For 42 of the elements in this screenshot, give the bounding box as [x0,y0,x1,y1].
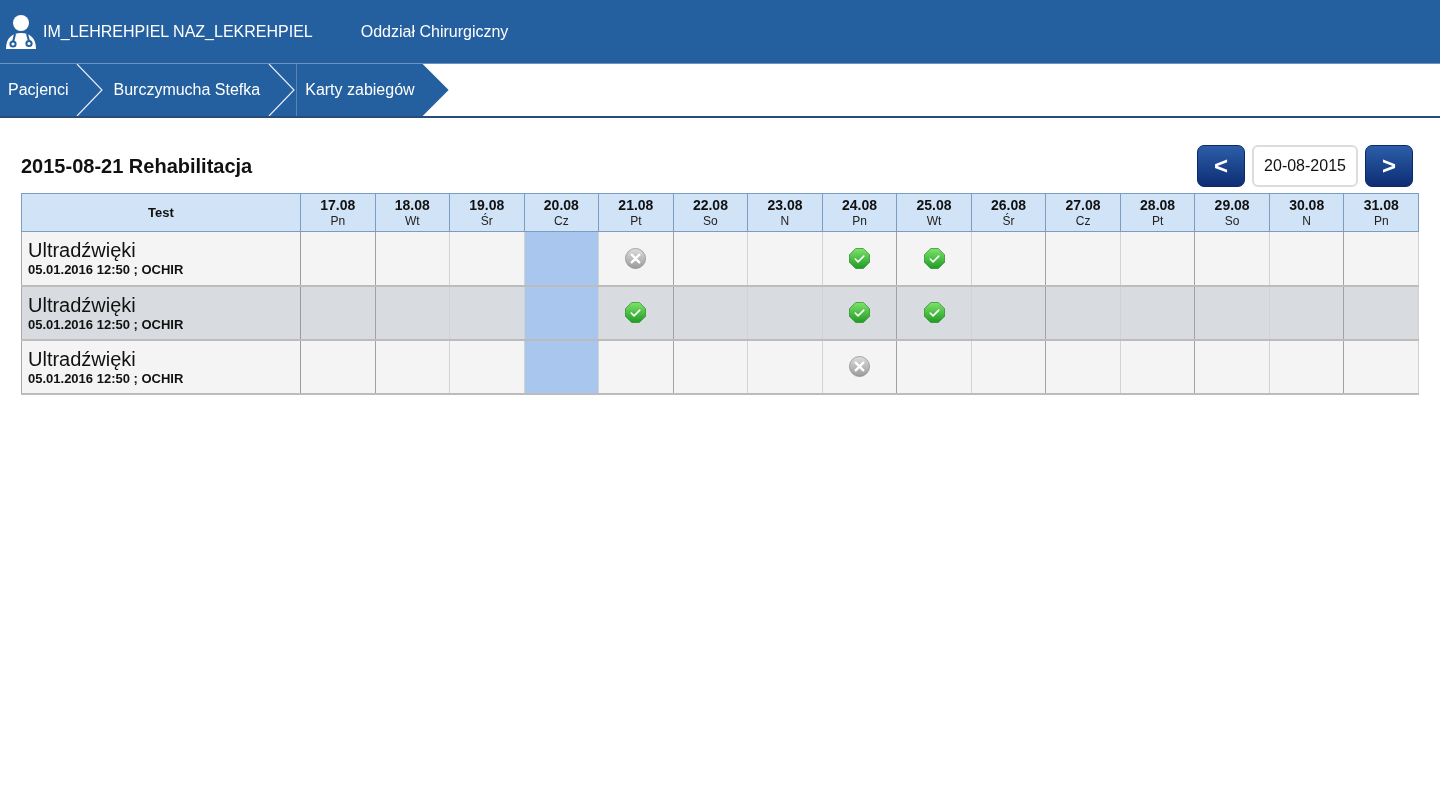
doctor-icon [5,13,37,50]
department-name: Oddział Chirurgiczny [360,22,509,41]
day-header: 26.08 Śr [971,193,1046,232]
previous-button[interactable]: < [1197,145,1245,187]
user-name: IM_LEHREHPIEL NAZ_LEKREHPIEL [43,22,313,41]
procedure-details: 05.01.2016 12:50 ; OCHIR [28,262,185,279]
day-header: 20.08 Cz [524,193,599,232]
table-row[interactable]: Ultradźwięki 05.01.2016 12:50 ; OCHIR [21,231,1419,286]
next-button[interactable]: > [1365,145,1413,187]
day-header: 24.08 Pn [822,193,897,232]
check-icon [625,302,647,323]
procedure-name: Ultradźwięki [28,346,137,371]
day-header: 17.08 Pn [300,193,376,232]
column-header: Test [21,193,301,232]
procedure-details: 05.01.2016 12:50 ; OCHIR [28,316,185,333]
day-header: 29.08 So [1194,193,1270,232]
breadcrumb-item[interactable]: Karty zabiegów [296,64,449,116]
procedure-name: Ultradźwięki [28,238,137,263]
day-header: 21.08 Pt [598,193,674,232]
procedure-name: Ultradźwięki [28,292,137,317]
check-icon [923,247,945,269]
check-icon [849,247,870,269]
day-header: 23.08 N [747,193,823,232]
day-header: 19.08 Śr [449,193,525,232]
procedure-details: 05.01.2016 12:50 ; OCHIR [28,370,185,387]
table-row[interactable]: Ultradźwięki 05.01.2016 12:50 ; OCHIR [21,339,1419,394]
table-row[interactable]: Ultradźwięki 05.01.2016 12:50 ; OCHIR [21,285,1419,340]
day-header: 22.08 So [673,193,748,232]
page-title: 2015-08-21 Rehabilitacja [21,154,253,178]
check-icon [923,302,945,323]
check-icon [849,302,870,323]
day-header: 18.08 Wt [375,193,450,232]
breadcrumb-item[interactable]: Burczymucha Stefka [104,64,269,116]
date-field[interactable]: 20-08-2015 [1252,145,1358,187]
day-header: 27.08 Cz [1045,193,1121,232]
day-header: 25.08 Wt [896,193,972,232]
cross-icon [849,356,870,377]
breadcrumb-item[interactable]: Pacjenci [0,64,77,116]
cross-icon [625,247,647,269]
day-header: 30.08 N [1269,193,1344,232]
day-header: 31.08 Pn [1343,193,1419,232]
day-header: 28.08 Pt [1120,193,1195,232]
